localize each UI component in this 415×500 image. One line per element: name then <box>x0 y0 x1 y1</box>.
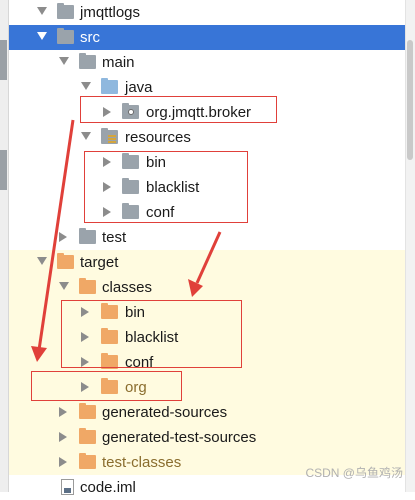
tree-item-blacklist[interactable]: blacklist <box>9 325 406 350</box>
tree-item-label: generated-sources <box>102 404 228 421</box>
tree-item-conf[interactable]: conf <box>9 350 406 375</box>
tree-item-target[interactable]: target <box>9 250 406 275</box>
tree-item-label: generated-test-sources <box>102 429 257 446</box>
expand-arrow-icon[interactable] <box>59 457 67 467</box>
folder-icon <box>57 28 74 44</box>
tree-item-classes[interactable]: classes <box>9 275 406 300</box>
excluded-folder-icon <box>79 278 96 294</box>
tree-item-java[interactable]: java <box>9 75 406 100</box>
expand-arrow-icon[interactable] <box>81 307 89 317</box>
tree-item-label: code.iml <box>80 479 136 496</box>
vertical-scrollbar[interactable] <box>405 0 415 492</box>
expand-arrow-icon[interactable] <box>81 382 89 392</box>
tree-item-jmqttlogs[interactable]: jmqttlogs <box>9 0 406 25</box>
excluded-folder-icon <box>57 253 74 269</box>
expand-arrow-icon[interactable] <box>103 207 111 217</box>
tree-item-label: org.jmqtt.broker <box>146 104 252 121</box>
tree-item-org[interactable]: org <box>9 375 406 400</box>
excluded-folder-icon <box>79 403 96 419</box>
tree-item-label: conf <box>125 354 154 371</box>
expand-arrow-icon[interactable] <box>103 157 111 167</box>
tree-item-bin[interactable]: bin <box>9 300 406 325</box>
tree-item-main[interactable]: main <box>9 50 406 75</box>
excluded-folder-icon <box>101 303 118 319</box>
expand-arrow-icon[interactable] <box>81 82 91 90</box>
tree-item-blacklist[interactable]: blacklist <box>9 175 406 200</box>
scrollbar-thumb[interactable] <box>407 40 413 160</box>
expand-arrow-icon[interactable] <box>59 232 67 242</box>
tree-item-src[interactable]: src <box>9 25 406 50</box>
tree-item-label: target <box>80 254 119 271</box>
excluded-folder-icon <box>79 428 96 444</box>
excluded-folder-icon <box>101 378 118 394</box>
tree-item-label: resources <box>125 129 191 146</box>
watermark: CSDN @乌鱼鸡汤 <box>305 466 403 480</box>
tree-item-label: jmqttlogs <box>80 4 141 21</box>
iml-file-icon <box>61 479 74 495</box>
tree-item-label: src <box>80 29 100 46</box>
folder-icon <box>122 178 139 194</box>
expand-arrow-icon[interactable] <box>59 407 67 417</box>
tree-item-package[interactable]: org.jmqtt.broker <box>9 100 406 125</box>
folder-icon <box>79 53 96 69</box>
tree-item-label: classes <box>102 279 153 296</box>
expand-arrow-icon[interactable] <box>81 132 91 140</box>
excluded-folder-icon <box>101 353 118 369</box>
expand-arrow-icon[interactable] <box>37 257 47 265</box>
expand-arrow-icon[interactable] <box>103 182 111 192</box>
package-icon <box>122 103 139 119</box>
expand-arrow-icon[interactable] <box>59 282 69 290</box>
tree-item-label: java <box>125 79 153 96</box>
tree-item-label: blacklist <box>146 179 200 196</box>
resources-folder-icon <box>101 128 118 144</box>
expand-arrow-icon[interactable] <box>103 107 111 117</box>
expand-arrow-icon[interactable] <box>59 57 69 65</box>
tree-item-label: main <box>102 54 135 71</box>
source-folder-icon <box>101 78 118 94</box>
tool-window-marker <box>0 40 7 80</box>
folder-icon <box>79 228 96 244</box>
tree-item-label: bin <box>125 304 146 321</box>
tree-item-label: bin <box>146 154 167 171</box>
expand-arrow-icon[interactable] <box>37 7 47 15</box>
expand-arrow-icon[interactable] <box>81 357 89 367</box>
expand-arrow-icon[interactable] <box>37 32 47 40</box>
tool-window-marker <box>0 150 7 190</box>
tree-item-label: blacklist <box>125 329 179 346</box>
tree-item-bin[interactable]: bin <box>9 150 406 175</box>
expand-arrow-icon[interactable] <box>81 332 89 342</box>
tree-item-label: test <box>102 229 127 246</box>
tool-window-strip <box>0 0 9 492</box>
tree-item-resources[interactable]: resources <box>9 125 406 150</box>
folder-icon <box>122 153 139 169</box>
folder-icon <box>57 3 74 19</box>
tree-item-test[interactable]: test <box>9 225 406 250</box>
tree-item-label: test-classes <box>102 454 182 471</box>
excluded-folder-icon <box>101 328 118 344</box>
expand-arrow-icon[interactable] <box>59 432 67 442</box>
folder-icon <box>122 203 139 219</box>
tree-item-generated-sources[interactable]: generated-sources <box>9 400 406 425</box>
tree-item-conf[interactable]: conf <box>9 200 406 225</box>
tree-item-label: conf <box>146 204 175 221</box>
tree-item-generated-test-sources[interactable]: generated-test-sources <box>9 425 406 450</box>
tree-item-label: org <box>125 379 147 396</box>
excluded-folder-icon <box>79 453 96 469</box>
